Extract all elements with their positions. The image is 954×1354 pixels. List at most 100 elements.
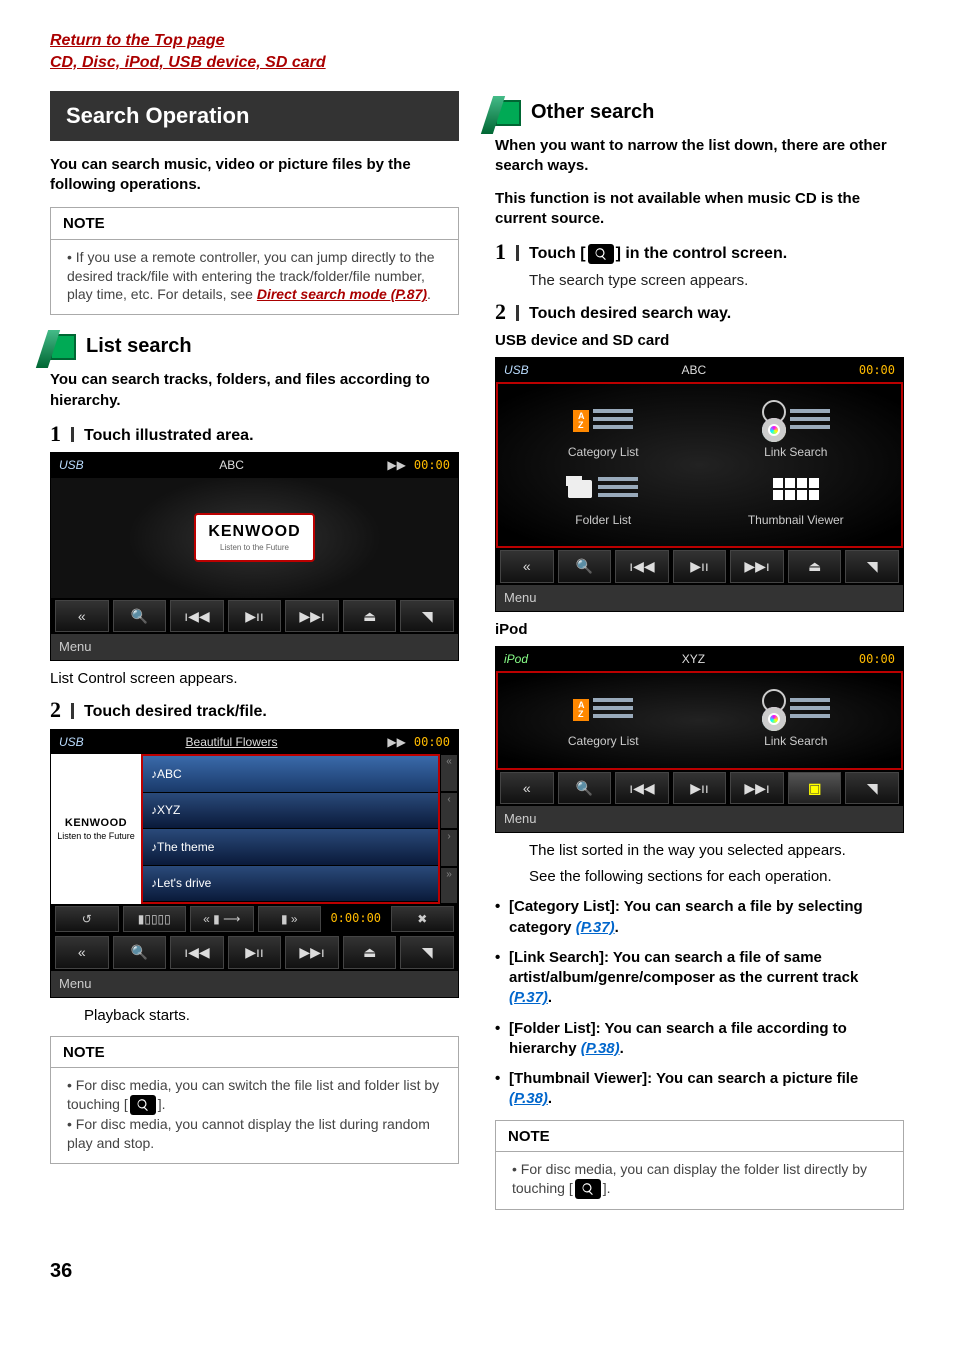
corner-icon[interactable]: ◥ <box>400 600 454 633</box>
list-mode-icon[interactable]: ▣ <box>788 772 842 805</box>
track-title: ABC <box>84 457 380 473</box>
back-icon[interactable]: « <box>500 772 554 805</box>
menu-button[interactable]: Menu <box>496 585 903 611</box>
list-item[interactable]: ♪ XYZ <box>143 793 438 830</box>
list-item[interactable]: ♪ ABC <box>143 756 438 793</box>
folder-list-tile[interactable]: Folder List <box>512 470 695 528</box>
shuffle-icon[interactable]: ✖ <box>391 906 455 932</box>
result-text-1: The list sorted in the way you selected … <box>529 841 904 861</box>
next-track-icon[interactable]: ▶▶ı <box>730 550 784 583</box>
result-text-2: See the following sections for each oper… <box>529 867 904 887</box>
page-ref-link[interactable]: (P.38) <box>581 1040 620 1057</box>
thumbnail-grid-icon <box>773 478 819 500</box>
page-ref-link[interactable]: (P.37) <box>509 989 548 1006</box>
eject-icon[interactable] <box>343 600 397 633</box>
search-options-list: [Category List]: You can search a file b… <box>495 897 904 1109</box>
play-pause-icon[interactable]: ▶ıı <box>673 772 727 805</box>
step-number: 2 <box>50 699 61 721</box>
note-item: For disc media, you can display the fold… <box>512 1160 891 1199</box>
link-search-tile[interactable]: Link Search <box>705 691 888 749</box>
prev-track-icon[interactable]: ı◀◀ <box>615 772 669 805</box>
search-icon <box>575 1179 601 1199</box>
corner-icon[interactable]: ◥ <box>845 550 899 583</box>
prev-track-icon[interactable]: ı◀◀ <box>170 936 224 969</box>
disc-icon <box>762 418 786 442</box>
next-icon[interactable]: ▶▶ <box>387 734 405 750</box>
return-link[interactable]: Return to the Top page <box>50 32 225 49</box>
list-item[interactable]: ♪ Let's drive <box>143 866 438 903</box>
play-pause-icon[interactable]: ▶ıı <box>228 936 282 969</box>
step-text: Touch desired track/file. <box>84 699 267 723</box>
page-ref-link[interactable]: (P.38) <box>509 1090 548 1107</box>
list-lines-icon <box>593 407 633 435</box>
other-search-heading: Other search <box>495 99 904 126</box>
step-1: 1 Touch illustrated area. <box>50 423 459 447</box>
thumbnail-viewer-tile[interactable]: Thumbnail Viewer <box>705 470 888 528</box>
az-icon: AZ <box>573 410 589 432</box>
screenshot-usb-list: USB Beautiful Flowers ▶▶ 00:00 KENWOOD L… <box>50 729 459 998</box>
list-search-intro: You can search tracks, folders, and file… <box>50 370 459 411</box>
direct-search-link[interactable]: Direct search mode (P.87) <box>257 286 427 302</box>
play-pause-icon[interactable]: ▶ıı <box>673 550 727 583</box>
bullet-category: [Category List]: You can search a file b… <box>495 897 904 938</box>
progress-bar[interactable]: ▮▯▯▯▯ <box>123 906 187 932</box>
menu-button[interactable]: Menu <box>51 971 458 997</box>
heading-text: Other search <box>531 99 654 126</box>
scroll-thumb[interactable]: › <box>440 829 458 867</box>
clock: 00:00 <box>414 457 450 473</box>
page-ref-link[interactable]: (P.37) <box>576 919 615 936</box>
play-pause-icon[interactable]: ▶ıı <box>228 600 282 633</box>
note-box-2: NOTE For disc media, you can switch the … <box>50 1036 459 1164</box>
source-label: USB <box>504 362 529 378</box>
breadcrumb-link[interactable]: CD, Disc, iPod, USB device, SD card <box>50 54 326 71</box>
next-track-icon[interactable]: ▶▶ı <box>730 772 784 805</box>
top-links: Return to the Top page CD, Disc, iPod, U… <box>50 30 904 73</box>
search-icon[interactable]: 🔍 <box>113 936 167 969</box>
menu-button[interactable]: Menu <box>496 806 903 832</box>
scroll-thumb[interactable]: ‹ <box>440 792 458 830</box>
corner-icon[interactable]: ◥ <box>845 772 899 805</box>
step-2-right: 2 Touch desired search way. <box>495 301 904 325</box>
back-icon[interactable]: « <box>55 600 109 633</box>
scroll-up-icon[interactable]: « <box>440 754 458 792</box>
screenshot-caption: List Control screen appears. <box>50 669 459 689</box>
other-intro-1: When you want to narrow the list down, t… <box>495 136 904 177</box>
scroll-bar[interactable]: « ‹ › » <box>440 754 458 904</box>
corner-icon[interactable]: ◥ <box>400 936 454 969</box>
screenshot-search-usb: USB ABC 00:00 AZ Category List Link Sear… <box>495 357 904 612</box>
repeat-icon[interactable]: ↺ <box>55 906 119 932</box>
back-icon[interactable]: « <box>500 550 554 583</box>
step1-sub: The search type screen appears. <box>529 271 904 291</box>
album-art-area[interactable]: KENWOOD Listen to the Future <box>194 513 314 561</box>
search-icon[interactable]: 🔍 <box>558 550 612 583</box>
page-right-icon[interactable]: ▮ » <box>258 906 322 932</box>
prev-track-icon[interactable]: ı◀◀ <box>615 550 669 583</box>
kenwood-tagline: Listen to the Future <box>208 543 300 554</box>
next-track-icon[interactable]: ▶▶ı <box>285 600 339 633</box>
track-list[interactable]: ♪ ABC ♪ XYZ ♪ The theme ♪ Let's drive <box>141 754 440 904</box>
back-icon[interactable]: « <box>55 936 109 969</box>
eject-icon[interactable] <box>343 936 397 969</box>
note-title: NOTE <box>51 1037 458 1068</box>
elapsed-time: 0:00:00 <box>325 906 387 932</box>
page-left-icon[interactable]: « ▮ ⟶ <box>190 906 254 932</box>
category-list-tile[interactable]: AZ Category List <box>512 691 695 749</box>
tile-label: Category List <box>568 733 639 749</box>
prev-track-icon[interactable]: ı◀◀ <box>170 600 224 633</box>
eject-icon[interactable] <box>788 550 842 583</box>
next-track-icon[interactable]: ▶▶ı <box>285 936 339 969</box>
next-icon[interactable]: ▶▶ <box>387 457 405 473</box>
menu-button[interactable]: Menu <box>51 634 458 660</box>
screenshot-usb-main: USB ABC ▶▶ 00:00 KENWOOD Listen to the F… <box>50 452 459 661</box>
list-item[interactable]: ♪ The theme <box>143 829 438 866</box>
search-icon[interactable]: 🔍 <box>558 772 612 805</box>
step-1-right: 1 Touch [] in the control screen. <box>495 241 904 265</box>
kenwood-logo: KENWOOD <box>208 521 300 543</box>
scroll-down-icon[interactable]: » <box>440 867 458 905</box>
link-search-tile[interactable]: Link Search <box>705 402 888 460</box>
category-list-tile[interactable]: AZ Category List <box>512 402 695 460</box>
step-number: 1 <box>495 241 506 263</box>
heading-marker-icon <box>495 100 521 126</box>
search-icon[interactable]: 🔍 <box>113 600 167 633</box>
bullet-thumbnail: [Thumbnail Viewer]: You can search a pic… <box>495 1069 904 1110</box>
